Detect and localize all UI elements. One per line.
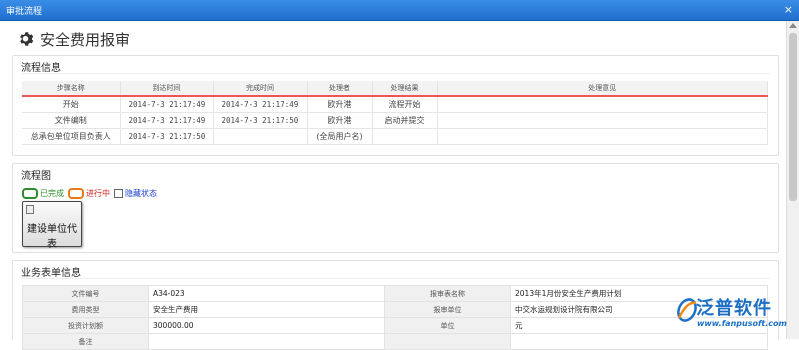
done-swatch-icon bbox=[22, 188, 38, 199]
divider bbox=[21, 278, 770, 279]
table-row: 费用类型 安全生产费用 报审单位 中交水运规划设计院有限公司 bbox=[22, 301, 768, 318]
legend-active-label: 进行中 bbox=[86, 189, 110, 198]
legend-done-label: 已完成 bbox=[40, 189, 64, 198]
workflow-table: 步骤名称 到达时间 完成时间 处理者 处理结果 处理意见 开始 2014-7-3… bbox=[22, 81, 768, 145]
form-table: 文件编号 A34-023 报审表名称 2013年1月份安全生产费用计划 费用类型… bbox=[22, 285, 768, 350]
finish-time: 2014-7-3 21:17:50 bbox=[213, 112, 308, 129]
field-label: 报审表名称 bbox=[384, 285, 511, 302]
step-name: 文件编制 bbox=[22, 112, 121, 129]
field-value: 安全生产费用 bbox=[148, 301, 385, 318]
step-name: 开始 bbox=[22, 96, 121, 113]
window-titlebar: 审批流程 × bbox=[0, 0, 799, 21]
page-title: 安全费用报审 bbox=[40, 30, 131, 49]
hide-state-checkbox[interactable] bbox=[114, 189, 123, 198]
vertical-scrollbar[interactable] bbox=[786, 21, 799, 339]
flow-node-label: 建设单位代表 bbox=[27, 224, 77, 250]
result bbox=[372, 128, 438, 145]
field-label: 投资计划额 bbox=[22, 317, 149, 334]
opinion bbox=[437, 112, 768, 129]
field-value bbox=[148, 333, 385, 350]
opinion bbox=[437, 128, 768, 145]
divider bbox=[21, 73, 770, 74]
column-header: 到达时间 bbox=[120, 81, 214, 97]
flowchart-panel: 流程图 已完成 进行中 隐藏状态 建设单位代表 bbox=[12, 163, 779, 253]
field-label bbox=[384, 333, 511, 350]
column-header: 处理意见 bbox=[437, 81, 768, 97]
opinion bbox=[437, 96, 768, 113]
scroll-thumb[interactable] bbox=[789, 33, 797, 201]
column-header: 完成时间 bbox=[213, 81, 308, 97]
field-label: 文件编号 bbox=[22, 285, 149, 302]
table-row: 文件编制 2014-7-3 21:17:49 2014-7-3 21:17:50… bbox=[22, 112, 768, 129]
flowchart-legend: 已完成 进行中 隐藏状态 bbox=[22, 188, 161, 199]
legend-hide[interactable]: 隐藏状态 bbox=[114, 188, 157, 199]
form-panel: 业务表单信息 文件编号 A34-023 报审表名称 2013年1月份安全生产费用… bbox=[12, 260, 779, 350]
table-row: 投资计划额 300000.00 单位 元 bbox=[22, 317, 768, 334]
arrive-time: 2014-7-3 21:17:49 bbox=[120, 96, 214, 113]
handler: (全局用户名) bbox=[307, 128, 373, 145]
arrive-time: 2014-7-3 21:17:50 bbox=[120, 128, 214, 145]
field-label: 单位 bbox=[384, 317, 511, 334]
handler: 欧升港 bbox=[307, 96, 373, 113]
column-header: 步骤名称 bbox=[22, 81, 121, 97]
workflow-title: 流程信息 bbox=[21, 63, 61, 74]
result: 启动并提交 bbox=[372, 112, 438, 129]
table-row: 总承包单位项目负责人 2014-7-3 21:17:50 (全局用户名) bbox=[22, 128, 768, 145]
table-row: 文件编号 A34-023 报审表名称 2013年1月份安全生产费用计划 bbox=[22, 285, 768, 302]
field-value: A34-023 bbox=[148, 285, 385, 302]
brand-url: www.fanpusoft.com bbox=[697, 319, 787, 328]
form-title: 业务表单信息 bbox=[21, 268, 81, 279]
table-row: 开始 2014-7-3 21:17:49 2014-7-3 21:17:49 欧… bbox=[22, 96, 768, 113]
document-icon bbox=[26, 205, 34, 214]
gear-icon bbox=[20, 32, 34, 46]
flowchart-title: 流程图 bbox=[21, 171, 51, 182]
field-label: 备注 bbox=[22, 333, 149, 350]
column-header: 处理结果 bbox=[372, 81, 438, 97]
finish-time bbox=[213, 128, 308, 145]
scroll-up-icon[interactable] bbox=[789, 23, 797, 28]
field-label: 报审单位 bbox=[384, 301, 511, 318]
close-icon[interactable]: × bbox=[784, 3, 793, 16]
result: 流程开始 bbox=[372, 96, 438, 113]
handler: 欧升港 bbox=[307, 112, 373, 129]
flow-node[interactable]: 建设单位代表 bbox=[22, 201, 82, 250]
column-header: 处理者 bbox=[307, 81, 373, 97]
table-row: 备注 bbox=[22, 333, 768, 350]
brand-name: 泛普软件 bbox=[696, 298, 772, 319]
arrive-time: 2014-7-3 21:17:49 bbox=[120, 112, 214, 129]
field-value bbox=[510, 333, 768, 350]
legend-active: 进行中 bbox=[68, 188, 110, 199]
workflow-panel: 流程信息 步骤名称 到达时间 完成时间 处理者 处理结果 处理意见 开始 201… bbox=[12, 55, 779, 156]
page-header: 安全费用报审 bbox=[18, 27, 130, 51]
field-label: 费用类型 bbox=[22, 301, 149, 318]
legend-hide-label[interactable]: 隐藏状态 bbox=[125, 188, 157, 199]
active-swatch-icon bbox=[68, 188, 84, 199]
step-name: 总承包单位项目负责人 bbox=[22, 128, 121, 145]
field-value: 300000.00 bbox=[148, 317, 385, 334]
window-title: 审批流程 bbox=[6, 7, 43, 17]
finish-time: 2014-7-3 21:17:49 bbox=[213, 96, 308, 113]
workflow-header-row: 步骤名称 到达时间 完成时间 处理者 处理结果 处理意见 bbox=[22, 81, 768, 97]
legend-done: 已完成 bbox=[22, 188, 64, 199]
